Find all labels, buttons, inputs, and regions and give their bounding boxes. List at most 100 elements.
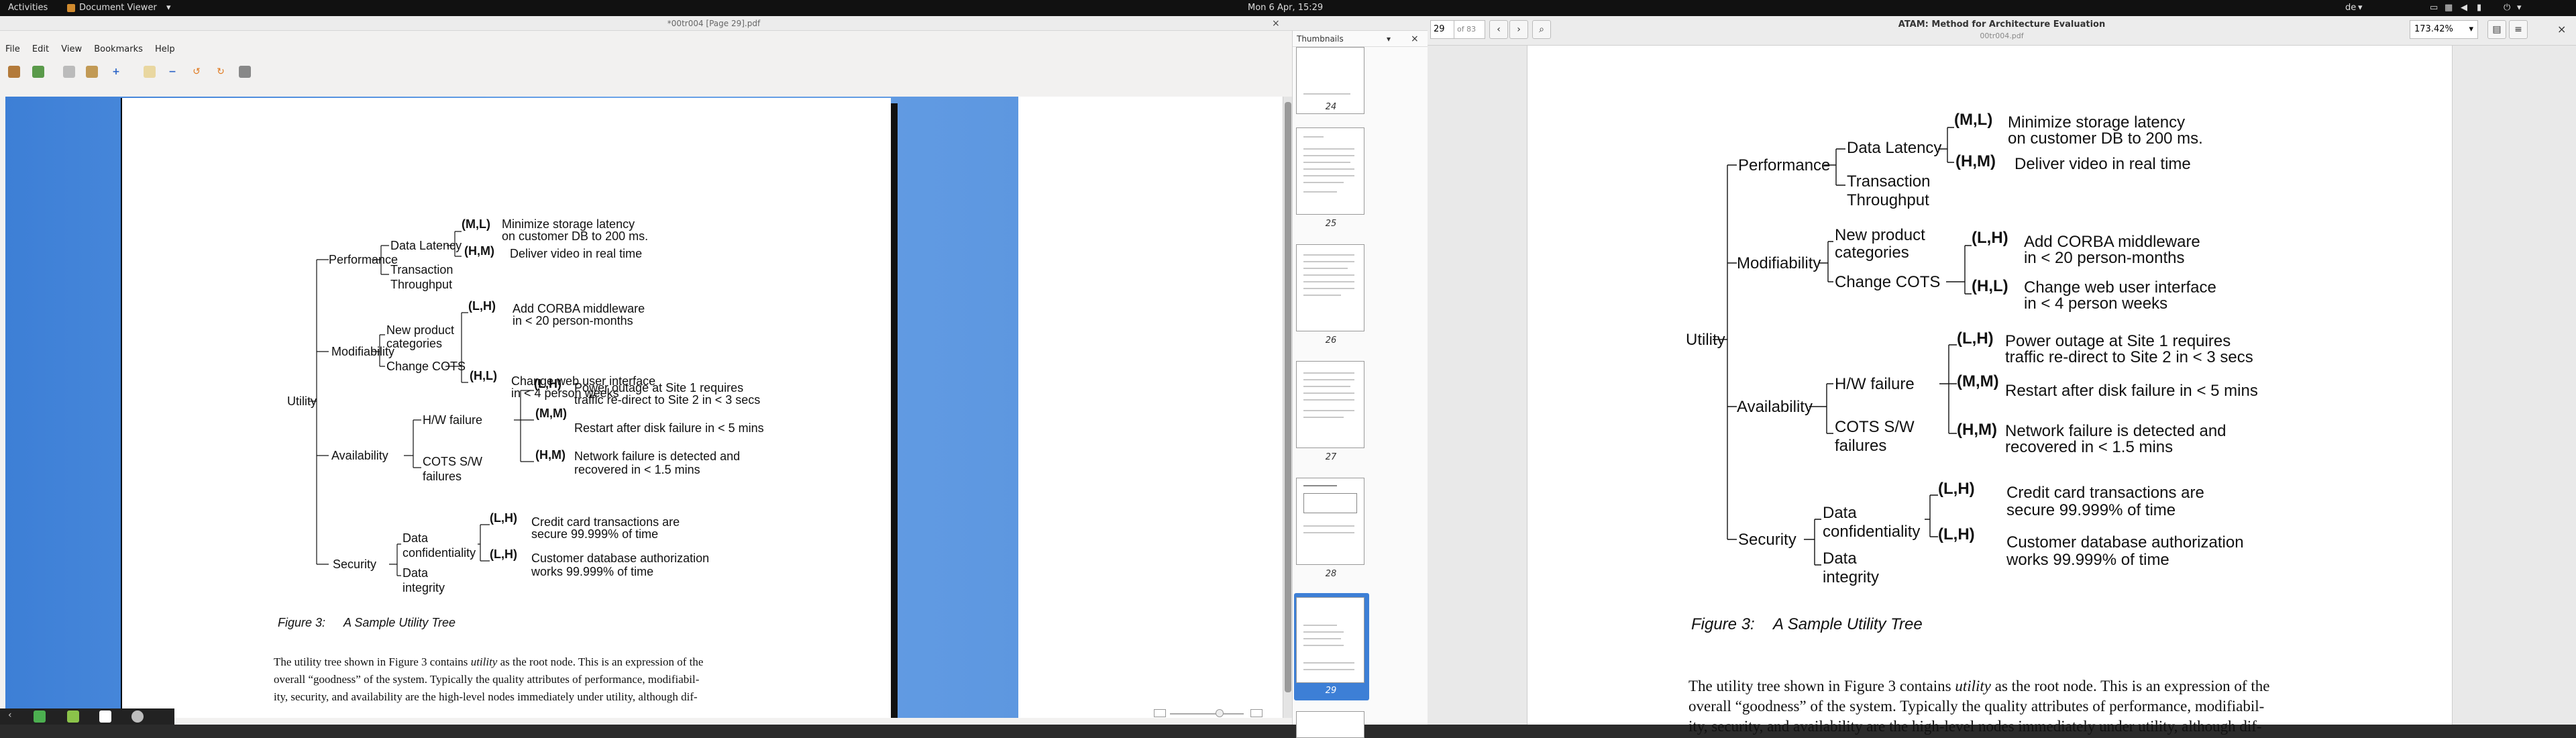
- display-icon: ▭: [2430, 3, 2438, 13]
- scenario-text: in < 4 person weeks: [2024, 295, 2167, 313]
- scenario-text: Credit card transactions are: [531, 515, 680, 529]
- scenario-text: secure 99.999% of time: [531, 527, 658, 541]
- thumbnail-page[interactable]: [1296, 478, 1364, 565]
- task-app-icon[interactable]: [67, 710, 79, 723]
- scenario-tag: (M,M): [1957, 372, 1999, 390]
- zoom-in-page-icon[interactable]: [1250, 709, 1263, 717]
- taskbar: ‹: [0, 708, 174, 725]
- thumbnail-page-current[interactable]: [1296, 597, 1364, 683]
- app-icon: [67, 4, 75, 12]
- scenario-text: Deliver video in real time: [510, 247, 642, 260]
- left-window-title: *00tr004 [Page 29].pdf: [667, 19, 761, 28]
- node-modifiability: Modifiability: [1737, 254, 1821, 272]
- zoom-handle[interactable]: [1216, 709, 1224, 717]
- scenario-text: Minimize storage latency: [2008, 113, 2185, 131]
- scenario-tag: (H,L): [470, 369, 497, 382]
- scenario-text: works 99.999% of time: [2006, 551, 2169, 569]
- task-app-icon[interactable]: [34, 710, 46, 723]
- scenario-tag: (H,M): [535, 448, 566, 462]
- node-transaction-1: Transaction: [390, 263, 453, 276]
- activities-button[interactable]: Activities: [8, 3, 48, 13]
- scenario-text: Network failure is detected and: [574, 450, 740, 463]
- node-transaction-1: Transaction: [1847, 172, 1931, 191]
- thumbnail-label: 28: [1325, 569, 1337, 579]
- document-menu-button[interactable]: ▤: [2487, 20, 2506, 39]
- vertical-scrollbar[interactable]: [1283, 97, 1292, 718]
- menu-file[interactable]: File: [5, 44, 20, 54]
- thumbnail-label: 29: [1325, 686, 1337, 696]
- page-icon[interactable]: [144, 66, 156, 78]
- scenario-text: secure 99.999% of time: [2006, 501, 2176, 519]
- thumbnails-close-icon[interactable]: ×: [1411, 31, 1419, 47]
- node-data-conf-1: Data: [402, 531, 429, 545]
- print-icon[interactable]: [63, 66, 75, 78]
- node-new-product-2: categories: [1835, 244, 1909, 262]
- thumbnail-page[interactable]: [1296, 127, 1364, 215]
- system-top-bar: Activities Document Viewer ▾ Mon 6 Apr, …: [0, 0, 2576, 16]
- clock[interactable]: Mon 6 Apr, 15:29: [1248, 3, 1323, 13]
- zoom-out-page-icon[interactable]: [1154, 709, 1166, 717]
- thumbnail-page[interactable]: [1296, 244, 1364, 331]
- zoom-slider[interactable]: [1154, 707, 1288, 721]
- hamburger-menu-button[interactable]: ≡: [2509, 20, 2528, 39]
- node-data-conf-2: confidentiality: [1823, 523, 1920, 541]
- scenario-tag: (L,H): [1972, 229, 2008, 247]
- pdf-page-large[interactable]: Utility Performance Data Latency Transac…: [1527, 46, 2453, 735]
- node-performance: Performance: [1738, 156, 1830, 174]
- folder-icon[interactable]: [86, 66, 98, 78]
- left-window-titlebar: *00tr004 [Page 29].pdf ×: [0, 16, 1428, 31]
- node-utility: Utility: [287, 394, 317, 408]
- open-icon[interactable]: [8, 66, 20, 78]
- node-change-cots: Change COTS: [386, 360, 466, 373]
- menu-help[interactable]: Help: [155, 44, 175, 54]
- document-view[interactable]: Utility Performance Data Latency Transac…: [5, 97, 1283, 718]
- zoom-select[interactable]: 173.42% ▾: [2410, 20, 2478, 39]
- body-paragraph: The utility tree shown in Figure 3 conta…: [274, 655, 704, 703]
- rotate-right-icon[interactable]: ↻: [215, 66, 227, 78]
- thumbnail-page[interactable]: [1296, 361, 1364, 448]
- zoom-track[interactable]: [1170, 713, 1244, 715]
- right-header-bar: 29 of 83 ‹ › ⌕ ATAM: Method for Architec…: [1428, 16, 2576, 46]
- keyboard-layout-indicator[interactable]: de: [2345, 3, 2356, 13]
- zoom-out-icon[interactable]: −: [166, 66, 178, 78]
- zoom-chevron-icon: ▾: [2469, 24, 2473, 34]
- screenshot-icon[interactable]: [239, 66, 251, 78]
- menu-bookmarks[interactable]: Bookmarks: [94, 44, 143, 54]
- app-menu-button[interactable]: Document Viewer: [79, 3, 157, 13]
- figure-caption-number: Figure 3:: [1691, 615, 1755, 633]
- node-utility: Utility: [1686, 331, 1725, 349]
- node-data-latency: Data Latency: [390, 239, 462, 252]
- scenario-text: in < 20 person-months: [513, 314, 633, 327]
- close-icon[interactable]: ×: [2557, 23, 2566, 36]
- zoom-in-icon[interactable]: +: [110, 66, 122, 78]
- close-icon[interactable]: ×: [1272, 16, 1280, 31]
- thumbnail-label: 25: [1325, 219, 1337, 229]
- scenario-tag: (M,L): [1954, 111, 1992, 129]
- power-icon[interactable]: ⏻: [2504, 3, 2510, 13]
- scenario-tag: (M,L): [462, 217, 490, 231]
- node-change-cots: Change COTS: [1835, 273, 1940, 291]
- thumbnail-page[interactable]: [1296, 711, 1364, 738]
- scenario-text: works 99.999% of time: [531, 565, 653, 578]
- utility-tree-figure: Utility Performance Data Latency Transac…: [278, 217, 764, 629]
- menu-edit[interactable]: Edit: [32, 44, 49, 54]
- thumbnails-chevron-icon[interactable]: ▾: [1387, 31, 1391, 47]
- body-paragraph: The utility tree shown in Figure 3 conta…: [1688, 678, 2270, 735]
- scenario-tag: (L,H): [1938, 525, 1975, 543]
- scenario-text: on customer DB to 200 ms.: [2008, 129, 2203, 148]
- rotate-left-icon[interactable]: ↺: [191, 66, 203, 78]
- menu-bar: File Edit View Bookmarks Help: [0, 44, 179, 58]
- scenario-text: Deliver video in real time: [2015, 155, 2191, 173]
- system-menu-chevron-icon[interactable]: ▾: [2517, 3, 2522, 13]
- scenario-text: recovered in < 1.5 mins: [574, 463, 700, 476]
- chevron-left-icon[interactable]: ‹: [8, 710, 12, 721]
- menu-view[interactable]: View: [61, 44, 82, 54]
- scrollbar-thumb[interactable]: [1285, 102, 1291, 692]
- node-data-conf-1: Data: [1823, 504, 1857, 522]
- battery-icon: ▮: [2477, 3, 2482, 13]
- task-app-icon[interactable]: [99, 710, 111, 723]
- node-transaction-2: Throughput: [390, 278, 452, 291]
- node-performance: Performance: [329, 253, 398, 266]
- save-icon[interactable]: [32, 66, 44, 78]
- task-app-icon[interactable]: [131, 710, 144, 723]
